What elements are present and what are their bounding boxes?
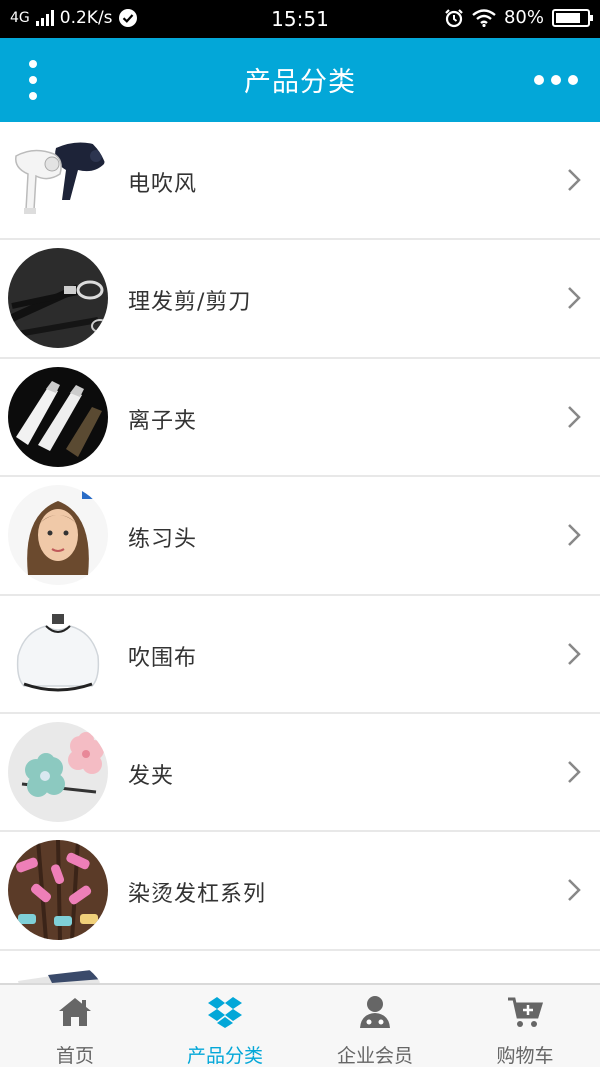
scissors-image <box>8 248 108 349</box>
hair-rollers-image <box>8 840 108 941</box>
battery-fill <box>556 12 580 23</box>
tab-enterprise-member[interactable]: 企业会员 <box>300 985 450 1067</box>
hair-dryer-image <box>8 130 108 230</box>
category-label: 染烫发杠系列 <box>128 882 267 908</box>
alarm-icon <box>445 8 463 27</box>
category-item-mannequin[interactable]: 练习头 <box>0 477 600 596</box>
category-label: 离子夹 <box>128 408 198 434</box>
category-item-straightener[interactable]: 离子夹 <box>0 358 600 478</box>
mannequin-head-image <box>8 485 108 586</box>
chevron-right-icon <box>568 879 581 902</box>
category-label: 练习头 <box>128 527 198 553</box>
chevron-right-icon <box>568 524 581 547</box>
wifi-icon <box>472 8 496 27</box>
category-label: 电吹风 <box>128 172 198 197</box>
category-label: 理发剪/剪刀 <box>128 290 252 316</box>
category-item-partial[interactable] <box>0 950 600 983</box>
category-item-cape[interactable]: 吹围布 <box>0 595 600 714</box>
chevron-right-icon <box>568 642 581 665</box>
dropbox-icon <box>208 997 242 1028</box>
page-title: 产品分类 <box>244 67 356 98</box>
app-screen: 4G 0.2K/s 15:51 80% 产品分类 电吹风 理发剪/剪刀 离子夹 … <box>0 0 600 1067</box>
category-item-hair-dryer[interactable]: 电吹风 <box>0 122 600 241</box>
category-label: 发夹 <box>128 763 175 789</box>
status-bar: 4G 0.2K/s 15:51 80% <box>0 0 600 38</box>
haircut-cape-image <box>8 603 108 704</box>
category-item-hair-clip[interactable]: 发夹 <box>0 713 600 833</box>
chevron-right-icon <box>568 287 581 310</box>
tab-home[interactable]: 首页 <box>0 985 150 1067</box>
tab-product-categories[interactable]: 产品分类 <box>150 985 300 1067</box>
category-item-scissors[interactable]: 理发剪/剪刀 <box>0 240 600 359</box>
tab-label: 购物车 <box>496 1045 554 1067</box>
category-item-rollers[interactable]: 染烫发杠系列 <box>0 832 600 951</box>
tab-label: 产品分类 <box>186 1045 263 1067</box>
battery-percent: 80% <box>503 7 544 28</box>
hair-clip-image <box>8 721 108 822</box>
category-list: 电吹风 理发剪/剪刀 离子夹 练习头 吹围布 发夹 染烫发杠系列 <box>0 122 600 983</box>
app-header: 产品分类 <box>0 38 600 122</box>
member-icon <box>360 996 390 1028</box>
tab-cart[interactable]: 购物车 <box>450 985 600 1067</box>
tab-label: 企业会员 <box>336 1045 413 1067</box>
category-label: 吹围布 <box>128 645 198 671</box>
chevron-right-icon <box>568 405 581 428</box>
bottom-tab-bar: 首页 产品分类 企业会员 购物车 <box>0 983 600 1067</box>
more-options-icon[interactable] <box>534 74 578 86</box>
chevron-right-icon <box>568 761 581 783</box>
hair-straightener-image <box>8 366 108 467</box>
battery-icon <box>552 8 593 27</box>
partial-product-image <box>8 958 108 983</box>
tab-label: 首页 <box>55 1045 94 1067</box>
home-icon <box>59 998 91 1026</box>
cart-icon <box>508 997 543 1027</box>
chevron-right-icon <box>568 169 581 191</box>
status-right: 80% <box>444 7 593 28</box>
